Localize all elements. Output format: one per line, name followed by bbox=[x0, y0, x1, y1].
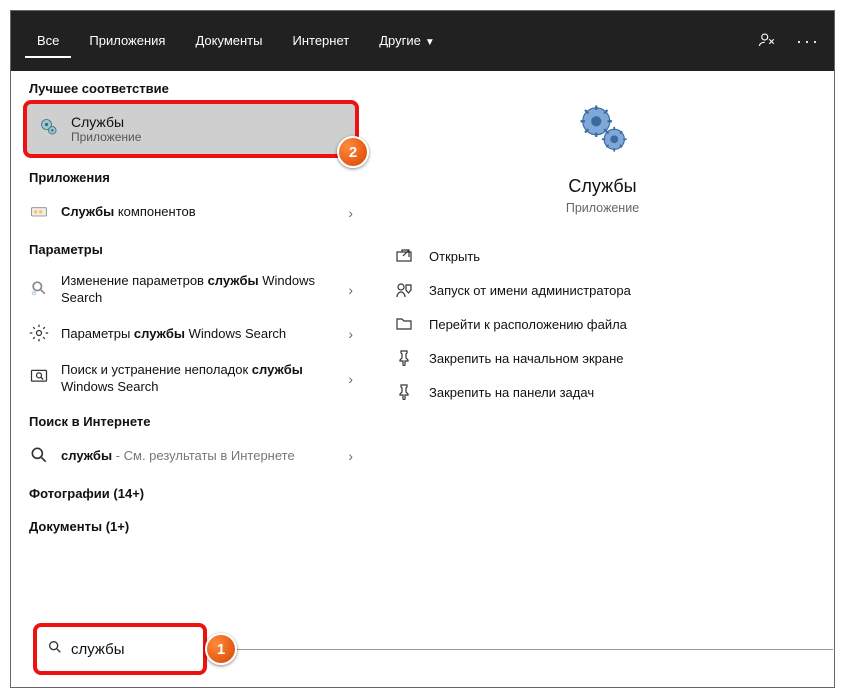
row-windows-search-params[interactable]: Параметры службы Windows Search › bbox=[11, 315, 371, 354]
tab-web[interactable]: Интернет bbox=[280, 25, 361, 58]
tab-more[interactable]: Другие▼ bbox=[367, 25, 447, 58]
action-run-admin[interactable]: Запуск от имени администратора bbox=[395, 273, 834, 307]
action-pin-start[interactable]: Закрепить на начальном экране bbox=[395, 341, 834, 375]
section-best-match: Лучшее соответствие bbox=[11, 71, 371, 104]
search-icon bbox=[29, 445, 49, 468]
tab-all[interactable]: Все bbox=[25, 25, 71, 58]
row-troubleshoot-search[interactable]: Поиск и устранение неполадок службы Wind… bbox=[11, 354, 371, 404]
preview-actions: Открыть Запуск от имени администратора П… bbox=[371, 239, 834, 409]
chevron-down-icon: ▼ bbox=[425, 37, 435, 48]
open-icon bbox=[395, 247, 413, 265]
chevron-right-icon: › bbox=[348, 448, 353, 464]
row-web-search[interactable]: службы - См. результаты в Интернете › bbox=[11, 437, 371, 476]
services-icon bbox=[39, 117, 59, 142]
tab-documents[interactable]: Документы bbox=[183, 25, 274, 58]
admin-icon bbox=[395, 281, 413, 299]
chevron-right-icon: › bbox=[348, 282, 353, 298]
divider bbox=[221, 649, 833, 650]
section-settings: Параметры bbox=[11, 232, 371, 265]
callout-1: 1 bbox=[205, 633, 237, 665]
section-web: Поиск в Интернете bbox=[11, 404, 371, 437]
chevron-right-icon: › bbox=[348, 371, 353, 387]
section-photos[interactable]: Фотографии (14+) bbox=[11, 476, 371, 509]
pin-icon bbox=[395, 383, 413, 401]
chevron-right-icon: › bbox=[348, 205, 353, 221]
best-match-item[interactable]: Службы Приложение bbox=[27, 104, 355, 154]
search-input[interactable] bbox=[71, 641, 171, 658]
callout-2: 2 bbox=[337, 136, 369, 168]
indexing-icon bbox=[29, 278, 49, 301]
tabs: Все Приложения Документы Интернет Другие… bbox=[25, 25, 447, 58]
search-box[interactable] bbox=[37, 627, 203, 671]
search-icon bbox=[47, 639, 63, 660]
action-file-location[interactable]: Перейти к расположению файла bbox=[395, 307, 834, 341]
section-documents[interactable]: Документы (1+) bbox=[11, 509, 371, 542]
more-icon[interactable]: ··· bbox=[796, 31, 820, 52]
folder-icon bbox=[395, 315, 413, 333]
gear-icon bbox=[29, 323, 49, 346]
section-apps: Приложения bbox=[11, 160, 371, 193]
row-component-services[interactable]: Службы компонентов › bbox=[11, 193, 371, 232]
services-large-icon bbox=[576, 101, 630, 160]
component-services-icon bbox=[29, 201, 49, 224]
preview-panel: Службы Приложение Открыть Запуск от имен… bbox=[371, 71, 834, 631]
chevron-right-icon: › bbox=[348, 326, 353, 342]
preview-subtitle: Приложение bbox=[566, 201, 639, 215]
action-pin-taskbar[interactable]: Закрепить на панели задач bbox=[395, 375, 834, 409]
topbar: Все Приложения Документы Интернет Другие… bbox=[11, 11, 834, 71]
action-open[interactable]: Открыть bbox=[395, 239, 834, 273]
troubleshoot-icon bbox=[29, 367, 49, 390]
best-match-subtitle: Приложение bbox=[71, 130, 141, 144]
row-change-search-params[interactable]: Изменение параметров службы Windows Sear… bbox=[11, 265, 371, 315]
best-match-title: Службы bbox=[71, 114, 141, 130]
tab-apps[interactable]: Приложения bbox=[77, 25, 177, 58]
search-bar-area: 1 bbox=[21, 621, 845, 677]
results-panel: Лучшее соответствие Службы Приложение 2 … bbox=[11, 71, 371, 631]
feedback-icon[interactable] bbox=[758, 31, 776, 52]
pin-icon bbox=[395, 349, 413, 367]
preview-title: Службы bbox=[568, 176, 636, 197]
